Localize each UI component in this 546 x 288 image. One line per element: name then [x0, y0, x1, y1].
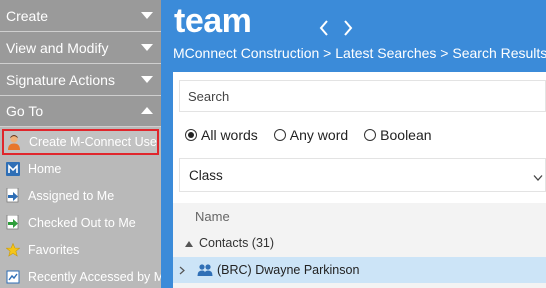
- menu-item-home[interactable]: Home: [0, 155, 161, 182]
- forward-button[interactable]: [340, 17, 356, 39]
- checked-out-icon: [5, 215, 21, 231]
- menu-item-label: Checked Out to Me: [28, 215, 136, 230]
- radio-boolean[interactable]: Boolean: [364, 127, 432, 143]
- radio-any-word[interactable]: Any word: [273, 127, 349, 143]
- chevron-up-icon: [141, 105, 153, 117]
- expand-chevron-icon[interactable]: [179, 266, 193, 275]
- main-panel: teamIM MConnect Construction > Latest Se…: [161, 0, 546, 288]
- radio-label: All words: [201, 127, 258, 143]
- recent-icon: [5, 269, 21, 285]
- menu-item-label: Recently Accessed by Me: [28, 269, 161, 284]
- logo-text: team: [174, 2, 252, 40]
- menu-item-label: Home: [28, 161, 62, 176]
- menu-item-recently-accessed-by-me[interactable]: Recently Accessed by Me: [0, 263, 161, 288]
- star-icon: [5, 242, 21, 258]
- contact-group-icon: [197, 263, 213, 277]
- menu-item-assigned-to-me[interactable]: Assigned to Me: [0, 182, 161, 209]
- section-go-to[interactable]: Go To: [0, 96, 161, 127]
- radio-label: Boolean: [380, 127, 432, 143]
- collapse-triangle-icon: [185, 236, 193, 250]
- menu-item-create-m-connect-user[interactable]: Create M-Connect User: [2, 129, 159, 155]
- group-label: Contacts (31): [199, 236, 275, 250]
- menu-item-favorites[interactable]: Favorites: [0, 236, 161, 263]
- logo-mark: IM: [252, 0, 259, 2]
- menu-item-label: Favorites: [28, 242, 80, 257]
- search-input[interactable]: [180, 81, 545, 111]
- m-home-icon: [5, 161, 21, 177]
- chevron-down-icon: [141, 42, 153, 54]
- section-signature-actions-label: Signature Actions: [6, 71, 115, 88]
- search-box: [179, 80, 546, 112]
- menu-item-checked-out-to-me[interactable]: Checked Out to Me: [0, 209, 161, 236]
- section-go-to-label: Go To: [6, 103, 44, 119]
- column-header-name[interactable]: Name: [195, 209, 230, 224]
- section-create-label: Create: [6, 7, 49, 24]
- user-icon: [6, 134, 22, 150]
- search-content: All words Any word Boolean Class Name: [173, 72, 546, 288]
- radio-indicator: [273, 129, 286, 141]
- team-logo: teamIM: [174, 0, 260, 41]
- group-header-contacts[interactable]: Contacts (31): [185, 236, 274, 250]
- radio-indicator: [364, 129, 377, 141]
- sidebar: Create View and Modify Signature Actions…: [0, 0, 161, 288]
- go-to-menu: Create M-Connect User Home Assigned to M…: [0, 128, 161, 288]
- class-select[interactable]: Class: [179, 158, 546, 192]
- back-button[interactable]: [316, 17, 332, 39]
- chevron-down-icon: [141, 74, 153, 86]
- assigned-icon: [5, 188, 21, 204]
- section-signature-actions[interactable]: Signature Actions: [0, 64, 161, 96]
- class-select-value: Class: [189, 167, 223, 183]
- chevron-down-icon: [533, 170, 543, 185]
- chevron-left-icon: [319, 20, 328, 36]
- chevron-right-icon: [344, 20, 353, 36]
- chevron-down-icon: [141, 10, 153, 22]
- table-row[interactable]: (BRC) Dwayne Parkinson: [173, 257, 546, 283]
- row-label: (BRC) Dwayne Parkinson: [217, 263, 360, 277]
- history-nav: [316, 17, 356, 39]
- section-view-and-modify-label: View and Modify: [6, 39, 109, 56]
- section-view-and-modify[interactable]: View and Modify: [0, 32, 161, 64]
- menu-item-label: Create M-Connect User: [29, 135, 159, 149]
- search-mode-group: All words Any word Boolean: [185, 127, 448, 143]
- menu-item-label: Assigned to Me: [28, 188, 115, 203]
- breadcrumb[interactable]: MConnect Construction > Latest Searches …: [173, 45, 546, 61]
- results-list: Name Contacts (31) (BRC) Dwayne Parkinso…: [173, 203, 546, 288]
- radio-all-words[interactable]: All words: [185, 127, 258, 143]
- section-create[interactable]: Create: [0, 0, 161, 32]
- header: teamIM MConnect Construction > Latest Se…: [161, 0, 546, 70]
- radio-label: Any word: [289, 127, 349, 143]
- radio-selected-indicator: [185, 129, 197, 141]
